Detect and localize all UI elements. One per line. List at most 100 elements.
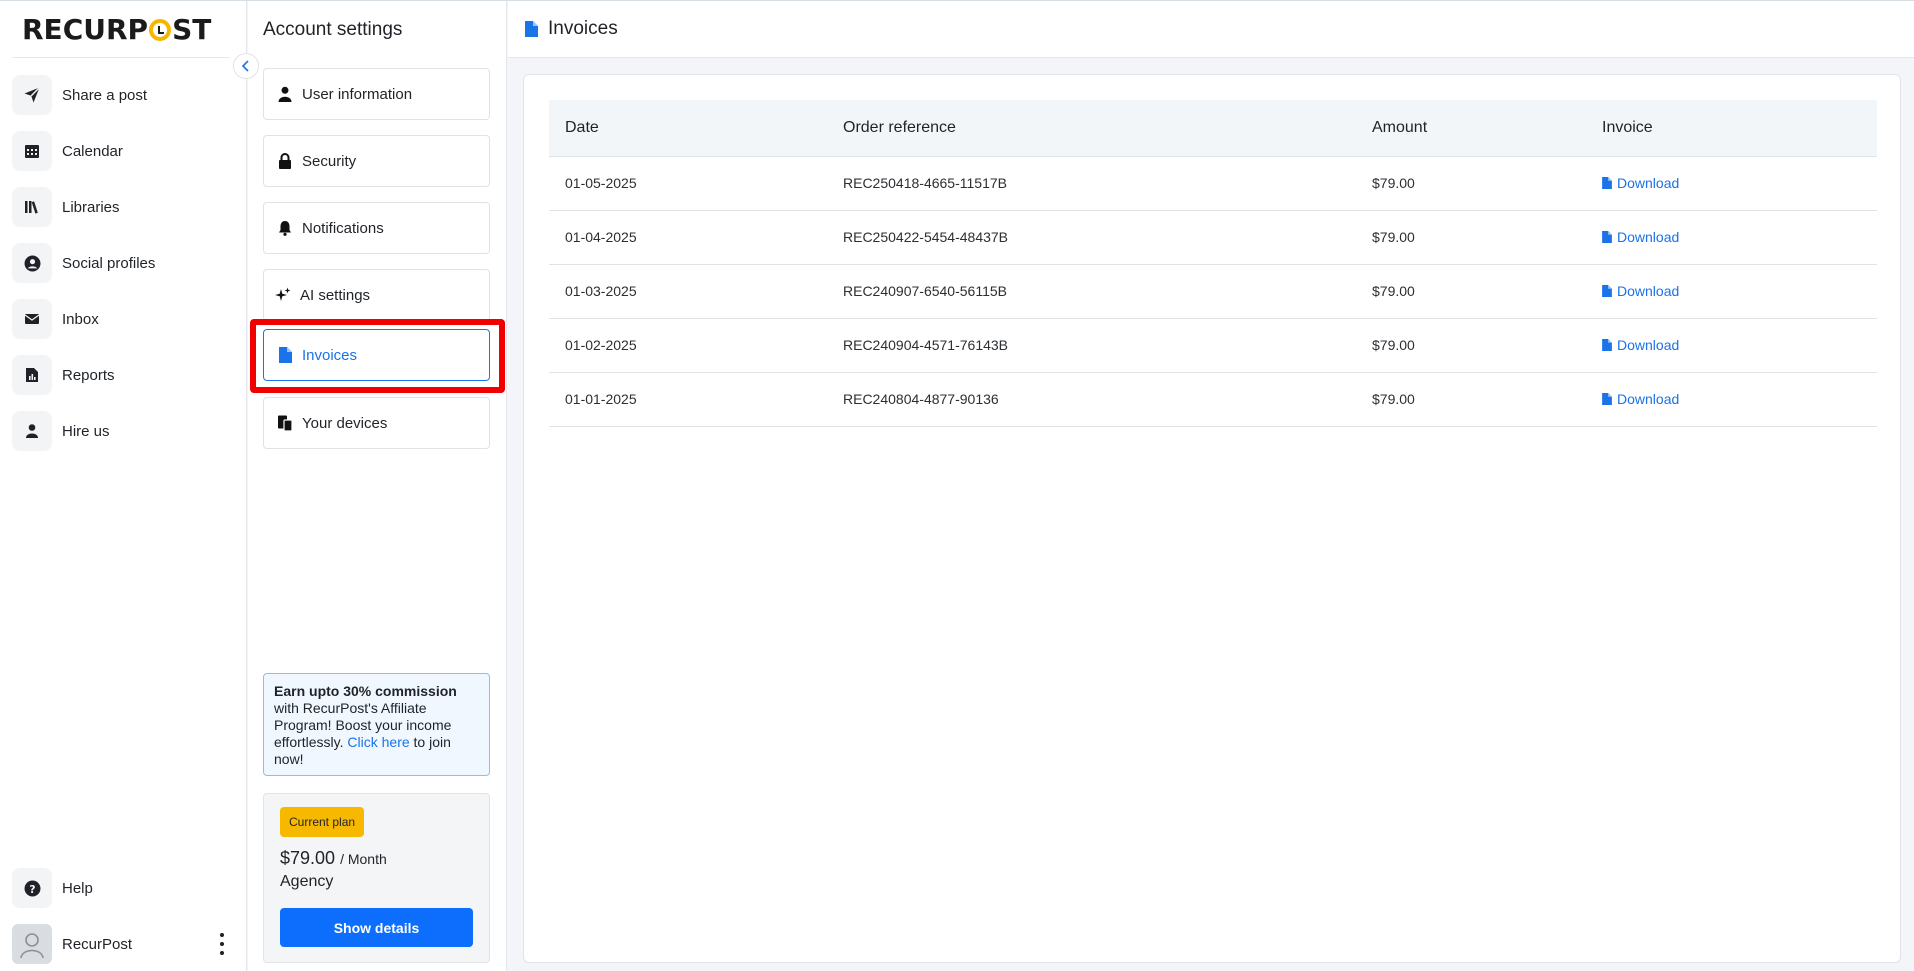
invoices-table: Date Order reference Amount Invoice 01-0…: [549, 100, 1877, 427]
cell-order-reference: REC240907-6540-56115B: [827, 264, 1356, 319]
column-header-order-reference: Order reference: [827, 100, 1356, 157]
settings-item-label: Invoices: [302, 346, 358, 364]
download-label: Download: [1617, 228, 1680, 245]
nav-share-a-post[interactable]: Share a post: [12, 73, 237, 117]
nav-hire-us[interactable]: Hire us: [12, 409, 237, 453]
invoices-card: Date Order reference Amount Invoice 01-0…: [523, 74, 1901, 963]
plan-name: Agency: [280, 873, 334, 890]
current-plan-badge: Current plan: [280, 807, 365, 837]
user-profile-row[interactable]: RecurPost: [12, 923, 237, 965]
nav-inbox[interactable]: Inbox: [12, 297, 237, 341]
svg-text:?: ?: [29, 882, 35, 895]
cell-amount: $79.00: [1356, 264, 1586, 319]
devices-icon: [276, 414, 294, 432]
nav-reports[interactable]: Reports: [12, 353, 237, 397]
column-header-date: Date: [549, 100, 827, 157]
download-label: Download: [1617, 336, 1680, 353]
settings-item-label: AI settings: [300, 286, 371, 304]
cell-invoice: Download: [1586, 210, 1877, 265]
recurpost-logo[interactable]: RECURP ST: [22, 15, 211, 45]
nav-label: Reports: [62, 366, 115, 384]
download-link[interactable]: Download: [1602, 175, 1679, 191]
settings-item-label: Your devices: [302, 414, 388, 432]
file-icon: [1602, 284, 1612, 297]
nav-calendar[interactable]: Calendar: [12, 129, 237, 173]
report-icon: [12, 355, 52, 395]
table-row: 01-03-2025 REC240907-6540-56115B $79.00 …: [549, 264, 1877, 319]
file-icon: [1602, 176, 1612, 189]
person-icon: [12, 411, 52, 451]
logo-clock-icon: [149, 19, 172, 41]
divider: [12, 57, 230, 58]
file-icon: [276, 346, 294, 364]
envelope-icon: [12, 299, 52, 339]
download-label: Download: [1617, 282, 1680, 299]
settings-item-label: Security: [302, 152, 357, 170]
bell-icon: [276, 219, 294, 237]
logo-text-end: ST: [172, 13, 212, 46]
nav-label: Calendar: [62, 142, 123, 160]
cell-date: 01-02-2025: [549, 318, 827, 373]
cell-invoice: Download: [1586, 264, 1877, 319]
calendar-icon: [12, 131, 52, 171]
nav-social-profiles[interactable]: Social profiles: [12, 241, 237, 285]
collapse-sidebar-button[interactable]: [233, 53, 259, 79]
table-header-row: Date Order reference Amount Invoice: [549, 100, 1877, 157]
affiliate-promo-banner: Earn upto 30% commission with RecurPost'…: [263, 673, 490, 776]
chevron-left-icon: [241, 60, 249, 72]
settings-item-notifications[interactable]: Notifications: [263, 202, 490, 254]
cell-order-reference: REC250422-5454-48437B: [827, 210, 1356, 265]
download-link[interactable]: Download: [1602, 337, 1679, 353]
page-header: Invoices: [508, 1, 1914, 58]
cell-order-reference: REC240904-4571-76143B: [827, 318, 1356, 373]
cell-amount: $79.00: [1356, 156, 1586, 211]
settings-item-label: Notifications: [302, 219, 384, 237]
left-navigation: RECURP ST Share a post Calendar Libraries…: [0, 1, 247, 971]
file-icon: [525, 21, 538, 37]
download-link[interactable]: Download: [1602, 229, 1679, 245]
cell-date: 01-01-2025: [549, 372, 827, 427]
nav-label: Libraries: [62, 198, 120, 216]
plan-price-value: $79.00: [280, 848, 336, 868]
settings-item-ai-settings[interactable]: AI settings: [263, 269, 490, 321]
file-icon: [1602, 230, 1612, 243]
nav-label: Social profiles: [62, 254, 156, 272]
nav-libraries[interactable]: Libraries: [12, 185, 237, 229]
sparkle-icon: [274, 286, 292, 304]
download-link[interactable]: Download: [1602, 283, 1679, 299]
nav-help[interactable]: ? Help: [12, 866, 237, 910]
library-icon: [12, 187, 52, 227]
more-options-icon[interactable]: [219, 933, 225, 955]
settings-item-user-information[interactable]: User information: [263, 68, 490, 120]
column-header-invoice: Invoice: [1586, 100, 1877, 157]
settings-item-invoices[interactable]: Invoices: [263, 329, 490, 381]
cell-amount: $79.00: [1356, 372, 1586, 427]
file-icon: [1602, 338, 1612, 351]
cell-amount: $79.00: [1356, 318, 1586, 373]
avatar: [12, 924, 52, 964]
nav-label: Help: [62, 879, 93, 897]
help-icon: ?: [12, 868, 52, 908]
page-title: Invoices: [548, 18, 618, 39]
download-link[interactable]: Download: [1602, 391, 1679, 407]
nav-label: Hire us: [62, 422, 110, 440]
download-label: Download: [1617, 390, 1680, 407]
cell-date: 01-05-2025: [549, 156, 827, 211]
promo-headline: Earn upto 30% commission: [274, 683, 457, 699]
settings-title: Account settings: [263, 19, 403, 40]
promo-click-here-link[interactable]: Click here: [347, 734, 409, 750]
cell-date: 01-04-2025: [549, 210, 827, 265]
plan-price: $79.00 / Month: [280, 848, 387, 869]
plan-period: / Month: [340, 851, 387, 867]
settings-item-your-devices[interactable]: Your devices: [263, 397, 490, 449]
settings-item-label: User information: [302, 85, 413, 103]
table-row: 01-02-2025 REC240904-4571-76143B $79.00 …: [549, 318, 1877, 373]
current-plan-card: Current plan $79.00 / Month Agency Show …: [263, 793, 490, 963]
account-settings-panel: Account settings User information Securi…: [248, 1, 507, 971]
show-details-button[interactable]: Show details: [280, 908, 473, 947]
cell-date: 01-03-2025: [549, 264, 827, 319]
lock-icon: [276, 152, 294, 170]
cell-order-reference: REC240804-4877-90136: [827, 372, 1356, 427]
settings-item-security[interactable]: Security: [263, 135, 490, 187]
cell-invoice: Download: [1586, 372, 1877, 427]
